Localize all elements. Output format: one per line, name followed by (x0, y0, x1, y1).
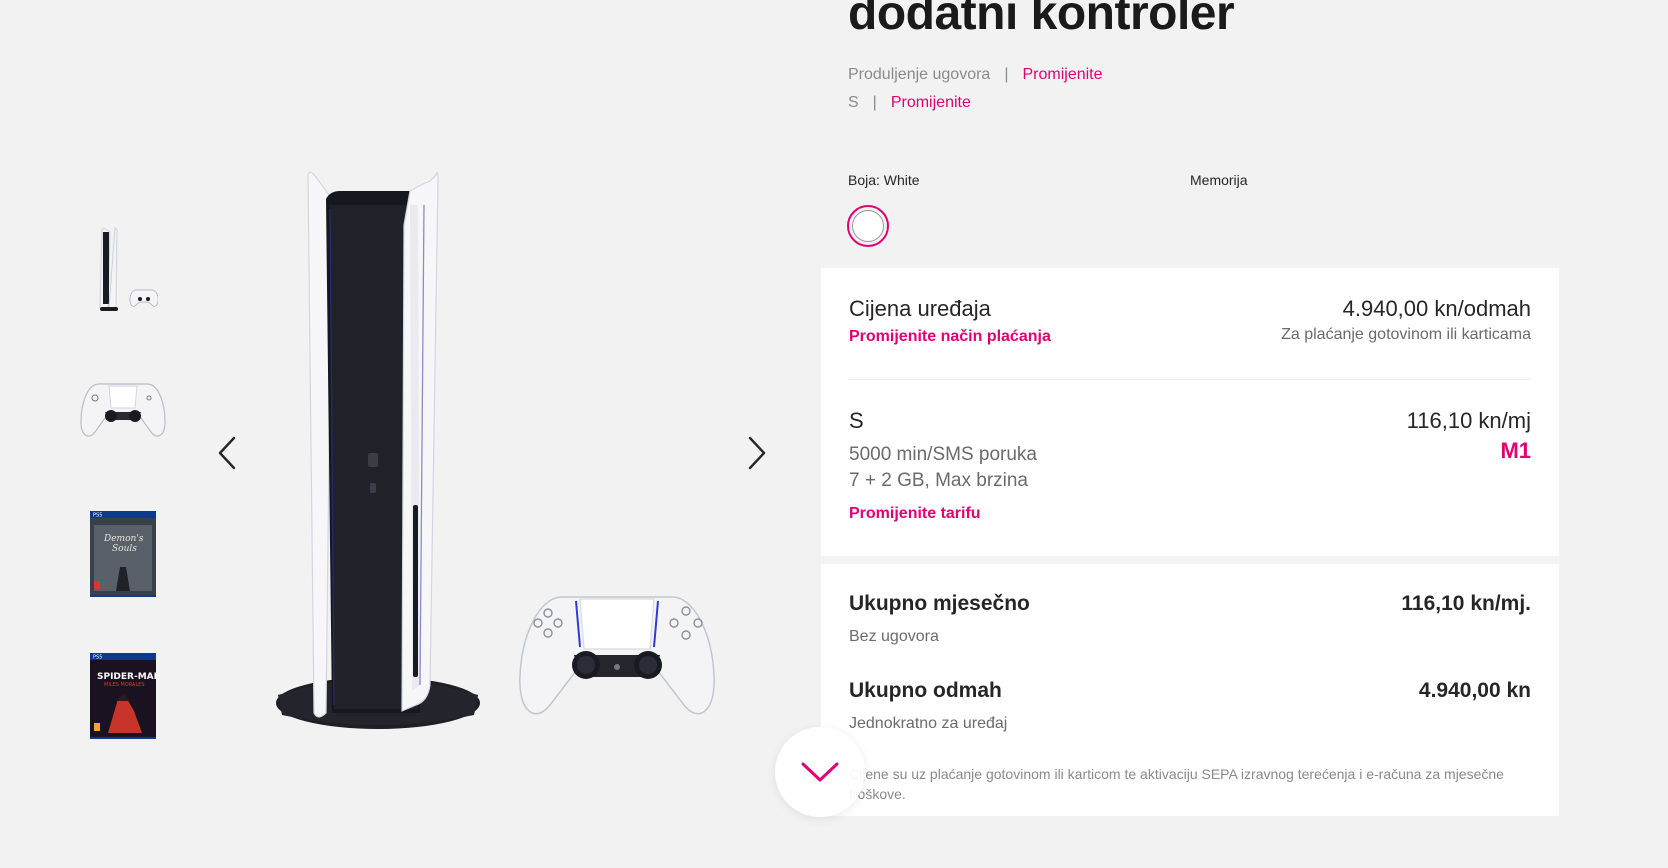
product-image (260, 165, 740, 745)
contract-label: Produljenje ugovora (848, 66, 991, 83)
plan-minutes: 5000 min/SMS poruka (849, 444, 1037, 465)
change-plan-link[interactable]: Promijenite tarifu (849, 505, 981, 523)
change-contract-link[interactable]: Promijenite (1022, 66, 1102, 83)
upfront-total-value: 4.940,00 kn (1418, 679, 1531, 702)
price-disclaimer: Cijene su uz plaćanje gotovinom ili kart… (849, 766, 1504, 802)
upfront-total-note: Jednokratno za uređaj (849, 715, 1008, 732)
thumbnail-controller[interactable] (78, 364, 168, 456)
plan-data: 7 + 2 GB, Max brzina (849, 470, 1028, 491)
monthly-total-value: 116,10 kn/mj. (1401, 592, 1531, 615)
product-title: dodatni kontroler (848, 0, 1235, 40)
change-tariff-link[interactable]: Promijenite (891, 94, 971, 111)
previous-image-button[interactable] (212, 432, 242, 474)
thumbnail-demons-souls[interactable]: PS5 Demon's Souls (78, 508, 168, 600)
separator: | (1004, 66, 1009, 83)
monthly-total-note: Bez ugovora (849, 628, 939, 645)
plan-code-badge: M1 (1500, 438, 1531, 463)
monthly-total-label: Ukupno mjesečno (849, 592, 1030, 615)
svg-text:PS5: PS5 (93, 655, 102, 661)
chevron-left-icon (218, 436, 236, 470)
tariff-short-label: S (848, 94, 859, 111)
totals-card: Ukupno mjesečno Bez ugovora 116,10 kn/mj… (821, 564, 1559, 816)
device-price-value: 4.940,00 kn/odmah (1342, 296, 1531, 321)
chevron-right-icon (748, 436, 766, 470)
payment-note: Za plaćanje gotovinom ili karticama (1281, 326, 1531, 343)
change-payment-link[interactable]: Promijenite način plaćanja (849, 328, 1051, 346)
price-card: Cijena uređaja Promijenite način plaćanj… (821, 268, 1559, 556)
tariff-row: S | Promijenite (848, 94, 971, 112)
swatch-fill (852, 210, 884, 242)
memory-label: Memorija (1190, 172, 1248, 188)
contract-row: Produljenje ugovora | Promijenite (848, 66, 1103, 84)
scroll-down-button[interactable] (775, 727, 865, 817)
separator: | (872, 94, 877, 111)
thumbnail-spider-man[interactable]: PS5 SPIDER-MAN MILES MORALES (78, 650, 168, 742)
divider (849, 379, 1531, 380)
plan-name: S (849, 408, 864, 433)
device-price-label: Cijena uređaja (849, 296, 991, 321)
svg-text:MILES MORALES: MILES MORALES (104, 682, 145, 688)
upfront-total-label: Ukupno odmah (849, 679, 1002, 702)
svg-text:Demon's: Demon's (103, 534, 144, 544)
plan-price: 116,10 kn/mj (1406, 408, 1531, 433)
svg-text:PS5: PS5 (93, 513, 102, 519)
next-image-button[interactable] (742, 432, 772, 474)
svg-text:SPIDER-MAN: SPIDER-MAN (97, 672, 156, 682)
chevron-down-icon (801, 762, 839, 782)
color-label: Boja: White (848, 172, 920, 188)
svg-text:Souls: Souls (112, 544, 137, 554)
thumbnail-console[interactable] (78, 222, 168, 314)
color-swatch-white[interactable] (847, 205, 889, 247)
